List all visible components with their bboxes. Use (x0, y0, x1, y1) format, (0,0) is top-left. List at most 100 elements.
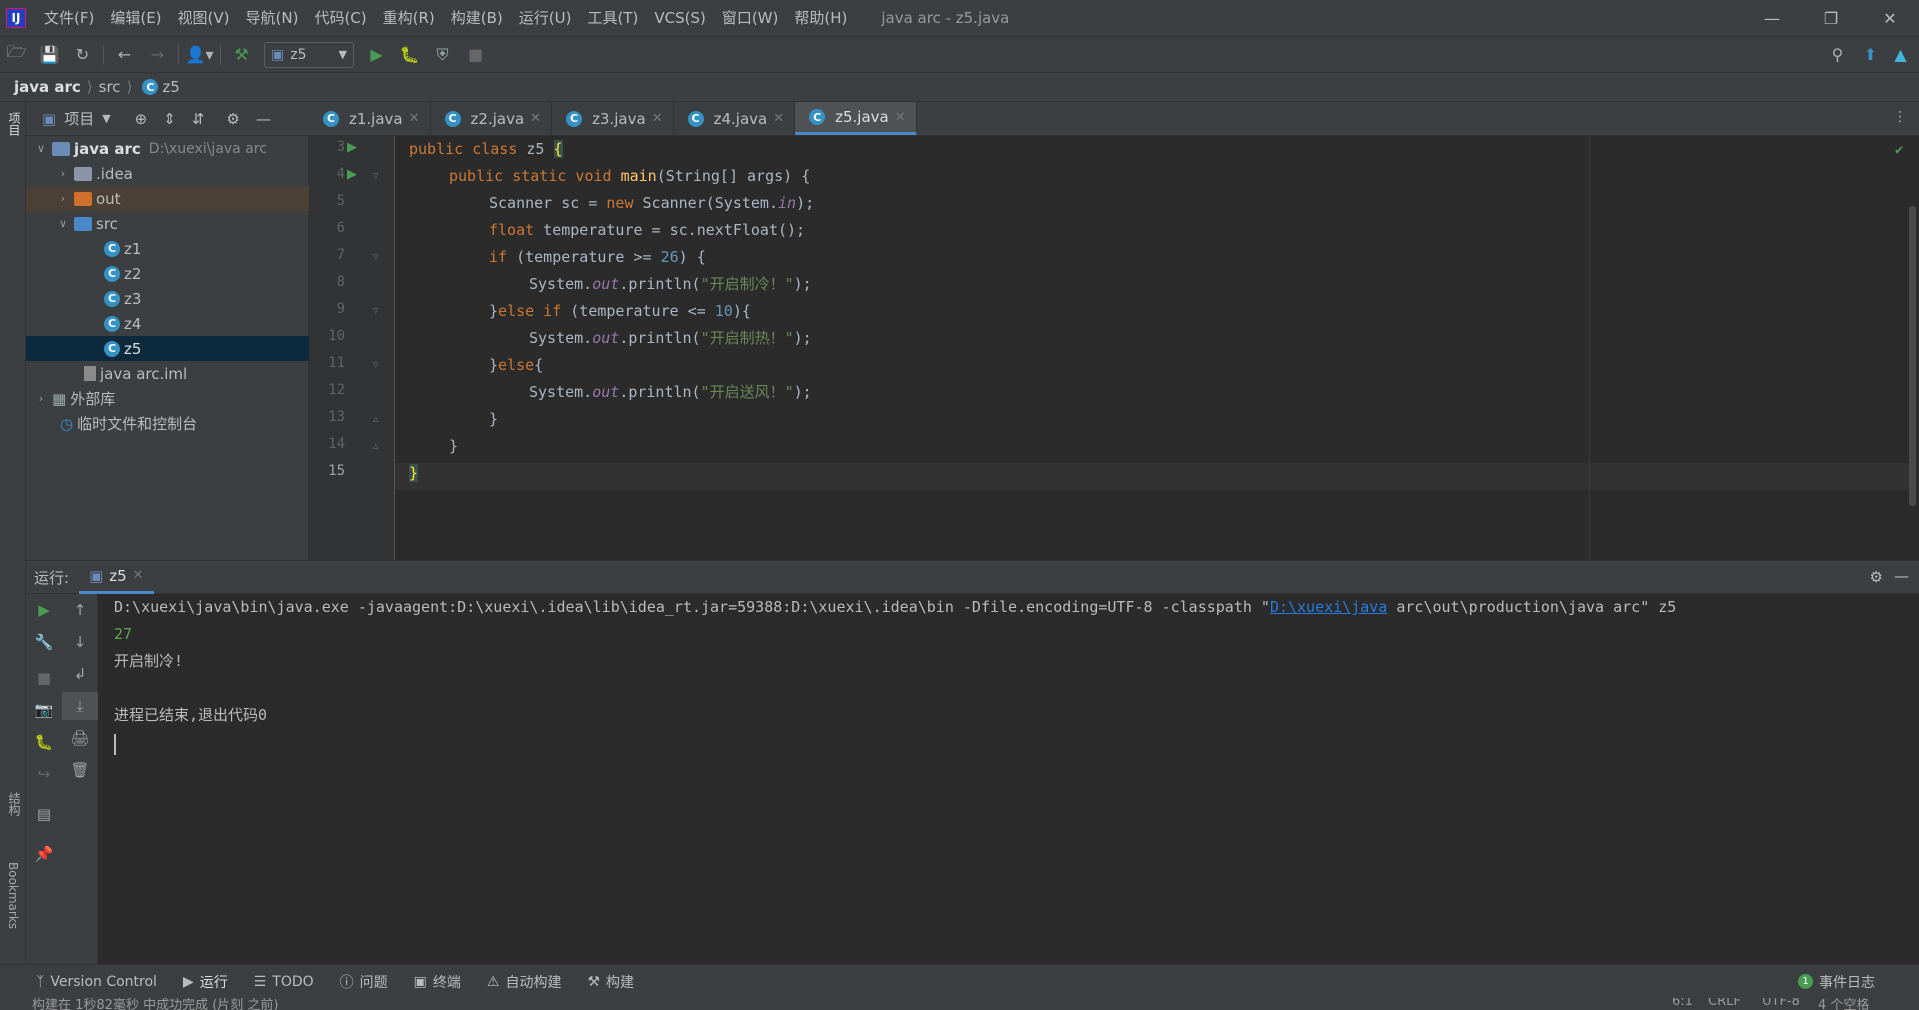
arrow-up-icon[interactable]: ↑ (62, 596, 98, 624)
project-panel-title[interactable]: 项目 (64, 108, 94, 129)
tree-item-z2[interactable]: C z2 (26, 261, 309, 286)
fold-icon[interactable]: ▿ (373, 304, 379, 317)
print-icon[interactable]: 🖨 (62, 724, 98, 752)
tab-version-control[interactable]: ᛉ Version Control (36, 974, 157, 990)
menu-edit[interactable]: 编辑(E) (102, 0, 169, 36)
event-log-button[interactable]: 1 事件日志 (1798, 972, 1875, 992)
tab-terminal[interactable]: ▣ 终端 (414, 972, 461, 992)
tab-run[interactable]: ▶ 运行 (183, 972, 228, 992)
tab-z4[interactable]: C z4.java ✕ (674, 102, 796, 135)
hide-icon[interactable]: — (256, 110, 271, 128)
gear-icon[interactable]: ⚙ (226, 110, 239, 128)
run-config-select[interactable]: ▣ z5 ▼ (264, 41, 354, 68)
tree-item-z1[interactable]: C z1 (26, 236, 309, 261)
menu-navigate[interactable]: 导航(N) (238, 0, 307, 36)
run-gutter-icon[interactable]: ▶ (347, 167, 357, 182)
scroll-to-end-icon[interactable]: ⤓ (62, 692, 98, 720)
tree-item-iml[interactable]: java arc.iml (26, 361, 309, 386)
user-dropdown-icon[interactable]: 👤▾ (183, 41, 216, 69)
hide-icon[interactable]: — (1894, 567, 1909, 585)
tab-auto-build[interactable]: ⚠ 自动构建 (487, 972, 562, 992)
wrench-icon[interactable]: 🔧 (26, 628, 62, 656)
close-icon[interactable]: ✕ (133, 568, 144, 583)
console-path-link[interactable]: D:\xuexi\java (1270, 598, 1387, 616)
fold-icon[interactable]: ▿ (373, 250, 379, 263)
fold-icon[interactable]: ▿ (373, 169, 379, 182)
menu-tools[interactable]: 工具(T) (579, 0, 646, 36)
debug-icon[interactable]: 🐛 (393, 41, 426, 69)
menu-build[interactable]: 构建(B) (443, 0, 511, 36)
coverage-icon[interactable]: ⛨ (426, 41, 459, 69)
inspection-ok-icon[interactable]: ✔ (1895, 142, 1903, 158)
editor-scrollbar[interactable] (1909, 206, 1916, 506)
caret-position[interactable]: 6:1 (1672, 998, 1693, 1009)
soft-wrap-icon[interactable]: ↲ (62, 660, 98, 688)
debug-icon[interactable]: 🐛 (26, 728, 62, 756)
tab-z2[interactable]: C z2.java ✕ (431, 102, 553, 135)
save-all-icon[interactable]: 💾 (33, 41, 66, 69)
back-icon[interactable]: ← (108, 41, 141, 69)
fold-icon[interactable]: ▵ (373, 439, 379, 452)
build-hammer-icon[interactable]: ⚒ (225, 41, 258, 69)
search-icon[interactable]: ⚲ (1821, 41, 1854, 69)
console-output[interactable]: D:\xuexi\java\bin\java.exe -javaagent:D:… (98, 594, 1919, 964)
run-icon[interactable]: ▶ (360, 41, 393, 69)
fold-icon[interactable]: ▿ (373, 358, 379, 371)
structure-tool-button[interactable]: 结构 (6, 792, 23, 816)
minimize-button[interactable]: — (1749, 0, 1795, 36)
tab-todo[interactable]: ☰ TODO (254, 974, 314, 990)
menu-code[interactable]: 代码(C) (306, 0, 374, 36)
breadcrumb-file[interactable]: z5 (162, 78, 179, 96)
run-gutter-icon[interactable]: ▶ (347, 140, 357, 155)
tab-z3[interactable]: C z3.java ✕ (552, 102, 674, 135)
tab-z5[interactable]: C z5.java ✕ (795, 102, 917, 135)
file-encoding[interactable]: UTF-8 (1762, 998, 1800, 1009)
menu-window[interactable]: 窗口(W) (714, 0, 787, 36)
menu-help[interactable]: 帮助(H) (786, 0, 855, 36)
bookmarks-tool-button[interactable]: Bookmarks (6, 862, 20, 929)
tree-item-src[interactable]: ∨ src (26, 211, 309, 236)
exit-icon[interactable]: ↪ (26, 760, 62, 788)
tab-build[interactable]: ⚒ 构建 (587, 972, 634, 992)
breadcrumb-src[interactable]: src (99, 78, 121, 96)
plugin-icon[interactable]: ▲ (1884, 41, 1917, 69)
chevron-down-icon[interactable]: ▼ (102, 112, 110, 125)
camera-icon[interactable]: 📷 (26, 696, 62, 724)
locate-icon[interactable]: ⊕ (135, 110, 148, 128)
fold-icon[interactable]: ▵ (373, 412, 379, 425)
indent-setting[interactable]: 4 个空格 (1818, 998, 1869, 1010)
forward-icon[interactable]: → (141, 41, 174, 69)
menu-run[interactable]: 运行(U) (511, 0, 580, 36)
status-message[interactable]: 构建在 1秒82毫秒 中成功完成 (片刻 之前) (32, 998, 279, 1010)
collapse-all-icon[interactable]: ⇵ (192, 110, 205, 128)
close-icon[interactable]: ✕ (773, 111, 784, 126)
tree-item-scratches[interactable]: ◷ 临时文件和控制台 (26, 411, 309, 436)
menu-view[interactable]: 视图(V) (170, 0, 238, 36)
code-editor[interactable]: public class z5 { public static void mai… (395, 136, 1919, 560)
run-tab-z5[interactable]: ▣ z5 ✕ (79, 561, 154, 594)
tab-z1[interactable]: C z1.java ✕ (309, 102, 431, 135)
tab-problems[interactable]: ⓘ 问题 (340, 972, 388, 992)
trash-icon[interactable]: 🗑 (62, 756, 98, 784)
tree-item-out[interactable]: › out (26, 186, 309, 211)
project-tool-button[interactable]: 项目 (6, 112, 23, 136)
arrow-down-icon[interactable]: ↓ (62, 628, 98, 656)
update-icon[interactable]: ⬆ (1854, 41, 1887, 69)
line-separator[interactable]: CRLF (1708, 998, 1741, 1009)
stop-icon[interactable]: ■ (459, 41, 492, 69)
tree-item-root[interactable]: ∨ java arc D:\xuexi\java arc (26, 136, 309, 161)
close-icon[interactable]: ✕ (530, 111, 541, 126)
stop-icon[interactable]: ■ (26, 664, 62, 692)
menu-refactor[interactable]: 重构(R) (375, 0, 443, 36)
sync-icon[interactable]: ↻ (66, 41, 99, 69)
breadcrumb-project[interactable]: java arc (14, 78, 81, 96)
tree-item-z4[interactable]: C z4 (26, 311, 309, 336)
close-icon[interactable]: ✕ (895, 110, 906, 125)
open-folder-icon[interactable]: 🗁 (0, 41, 33, 69)
close-icon[interactable]: ✕ (409, 111, 420, 126)
tree-item-z5[interactable]: C z5 (26, 336, 309, 361)
menu-file[interactable]: 文件(F) (36, 0, 102, 36)
tree-item-z3[interactable]: C z3 (26, 286, 309, 311)
close-window-button[interactable]: ✕ (1867, 0, 1913, 36)
pin-icon[interactable]: 📌 (26, 840, 62, 868)
